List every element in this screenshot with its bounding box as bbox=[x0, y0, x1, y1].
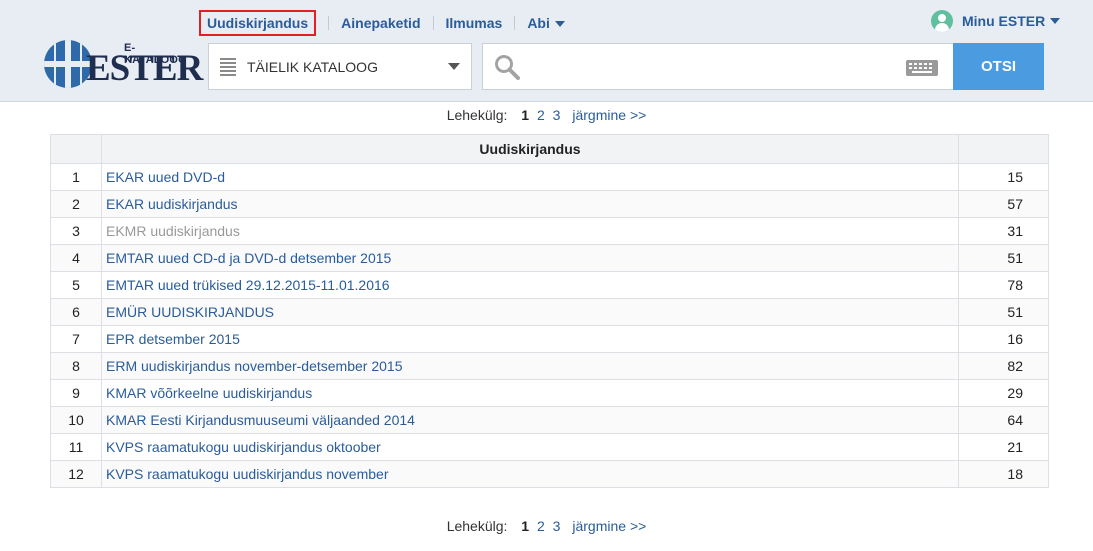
pagination-current: 1 bbox=[521, 518, 530, 534]
row-link[interactable]: EKAR uued DVD-d bbox=[101, 163, 959, 191]
logo-name: ESTER bbox=[86, 48, 203, 89]
row-count: 82 bbox=[958, 352, 1049, 380]
ester-logo[interactable]: E-KATALOOG ESTER bbox=[44, 40, 203, 90]
nav-uudiskirjandus[interactable]: Uudiskirjandus bbox=[199, 9, 317, 36]
row-count: 78 bbox=[958, 271, 1049, 299]
table-row: 10 KMAR Eesti Kirjandusmuuseumi väljaande… bbox=[50, 406, 1049, 434]
row-number: 12 bbox=[50, 460, 102, 488]
list-icon bbox=[220, 57, 236, 76]
pagination-top: Lehekülg: 1 2 3 järgmine >> bbox=[0, 107, 1093, 123]
row-number: 11 bbox=[50, 433, 102, 461]
chevron-down-icon bbox=[554, 20, 565, 27]
nav-ilmumas[interactable]: Ilmumas bbox=[446, 15, 503, 31]
row-link[interactable]: KVPS raamatukogu uudiskirjandus november bbox=[101, 460, 959, 488]
catalog-select-label: TÄIELIK KATALOOG bbox=[247, 58, 378, 75]
table-row: 9 KMAR võõrkeelne uudiskirjandus 29 bbox=[50, 379, 1049, 407]
pagination-page-2[interactable]: 2 bbox=[537, 107, 545, 123]
results-table: Uudiskirjandus 1 EKAR uued DVD-d 15 2 EKAR u… bbox=[50, 134, 1049, 488]
pagination-current: 1 bbox=[521, 107, 530, 123]
pagination-next[interactable]: järgmine >> bbox=[572, 518, 646, 534]
table-header-title: Uudiskirjandus bbox=[101, 134, 959, 164]
row-number: 5 bbox=[50, 271, 102, 299]
row-count: 16 bbox=[958, 325, 1049, 353]
table-row: 4 EMTAR uued CD-d ja DVD-d detsember 2015… bbox=[50, 244, 1049, 272]
search-box bbox=[482, 43, 954, 90]
row-link[interactable]: KMAR Eesti Kirjandusmuuseumi väljaanded … bbox=[101, 406, 959, 434]
keyboard-icon[interactable] bbox=[906, 60, 938, 76]
pagination-page-3[interactable]: 3 bbox=[553, 107, 561, 123]
row-number: 3 bbox=[50, 217, 102, 245]
row-count: 31 bbox=[958, 217, 1049, 245]
nav-ainepaketid[interactable]: Ainepaketid bbox=[341, 15, 420, 31]
row-link[interactable]: EMÜR UUDISKIRJANDUS bbox=[101, 298, 959, 326]
nav-abi-label: Abi bbox=[527, 14, 550, 31]
account-label: Minu ESTER bbox=[962, 13, 1046, 29]
row-link[interactable]: KVPS raamatukogu uudiskirjandus oktoober bbox=[101, 433, 959, 461]
row-number: 1 bbox=[50, 163, 102, 191]
ester-emblem-icon bbox=[44, 40, 92, 88]
row-link[interactable]: EMTAR uued trükised 29.12.2015-11.01.201… bbox=[101, 271, 959, 299]
row-number: 4 bbox=[50, 244, 102, 272]
table-row: 11 KVPS raamatukogu uudiskirjandus oktoob… bbox=[50, 433, 1049, 461]
pagination-bottom: Lehekülg: 1 2 3 järgmine >> bbox=[0, 518, 1093, 534]
pagination-label: Lehekülg: bbox=[446, 518, 508, 534]
table-row: 2 EKAR uudiskirjandus 57 bbox=[50, 190, 1049, 218]
chevron-down-icon bbox=[1050, 18, 1061, 24]
table-row: 6 EMÜR UUDISKIRJANDUS 51 bbox=[50, 298, 1049, 326]
row-number: 6 bbox=[50, 298, 102, 326]
row-number: 8 bbox=[50, 352, 102, 380]
row-number: 7 bbox=[50, 325, 102, 353]
pagination-label: Lehekülg: bbox=[446, 107, 508, 123]
top-nav: Uudiskirjandus Ainepaketid Ilmumas Abi bbox=[199, 9, 565, 36]
header-cell-count bbox=[958, 134, 1049, 164]
row-number: 2 bbox=[50, 190, 102, 218]
table-row: 5 EMTAR uued trükised 29.12.2015-11.01.20… bbox=[50, 271, 1049, 299]
user-avatar-icon bbox=[931, 10, 953, 32]
row-count: 18 bbox=[958, 460, 1049, 488]
row-count: 15 bbox=[958, 163, 1049, 191]
table-row: 7 EPR detsember 2015 16 bbox=[50, 325, 1049, 353]
pagination-next[interactable]: järgmine >> bbox=[572, 107, 646, 123]
table-row: 8 ERM uudiskirjandus november-detsember 2… bbox=[50, 352, 1049, 380]
row-count: 64 bbox=[958, 406, 1049, 434]
nav-separator bbox=[328, 15, 330, 30]
row-count: 29 bbox=[958, 379, 1049, 407]
row-link[interactable]: EKAR uudiskirjandus bbox=[101, 190, 959, 218]
nav-separator bbox=[432, 15, 434, 30]
row-count: 51 bbox=[958, 244, 1049, 272]
row-count: 21 bbox=[958, 433, 1049, 461]
pagination-page-2[interactable]: 2 bbox=[537, 518, 545, 534]
row-link[interactable]: ERM uudiskirjandus november-detsember 20… bbox=[101, 352, 959, 380]
dropdown-arrow-icon bbox=[448, 63, 460, 70]
nav-separator bbox=[514, 15, 516, 30]
search-icon bbox=[495, 55, 520, 80]
row-link[interactable]: EMTAR uued CD-d ja DVD-d detsember 2015 bbox=[101, 244, 959, 272]
table-row: 1 EKAR uued DVD-d 15 bbox=[50, 163, 1049, 191]
row-count: 57 bbox=[958, 190, 1049, 218]
row-link: EKMR uudiskirjandus bbox=[101, 217, 959, 245]
header: Uudiskirjandus Ainepaketid Ilmumas Abi M… bbox=[0, 0, 1093, 102]
nav-abi[interactable]: Abi bbox=[527, 15, 565, 31]
row-link[interactable]: KMAR võõrkeelne uudiskirjandus bbox=[101, 379, 959, 407]
row-count: 51 bbox=[958, 298, 1049, 326]
pagination-page-3[interactable]: 3 bbox=[553, 518, 561, 534]
table-header-row: Uudiskirjandus bbox=[50, 134, 1049, 164]
row-number: 10 bbox=[50, 406, 102, 434]
row-number: 9 bbox=[50, 379, 102, 407]
search-input[interactable] bbox=[531, 52, 895, 82]
account-menu[interactable]: Minu ESTER bbox=[931, 10, 1061, 32]
search-button[interactable]: OTSI bbox=[953, 43, 1044, 90]
row-link[interactable]: EPR detsember 2015 bbox=[101, 325, 959, 353]
header-cell-num bbox=[50, 134, 102, 164]
table-row: 3 EKMR uudiskirjandus 31 bbox=[50, 217, 1049, 245]
table-row: 12 KVPS raamatukogu uudiskirjandus novemb… bbox=[50, 460, 1049, 488]
catalog-select[interactable]: TÄIELIK KATALOOG bbox=[208, 43, 472, 90]
